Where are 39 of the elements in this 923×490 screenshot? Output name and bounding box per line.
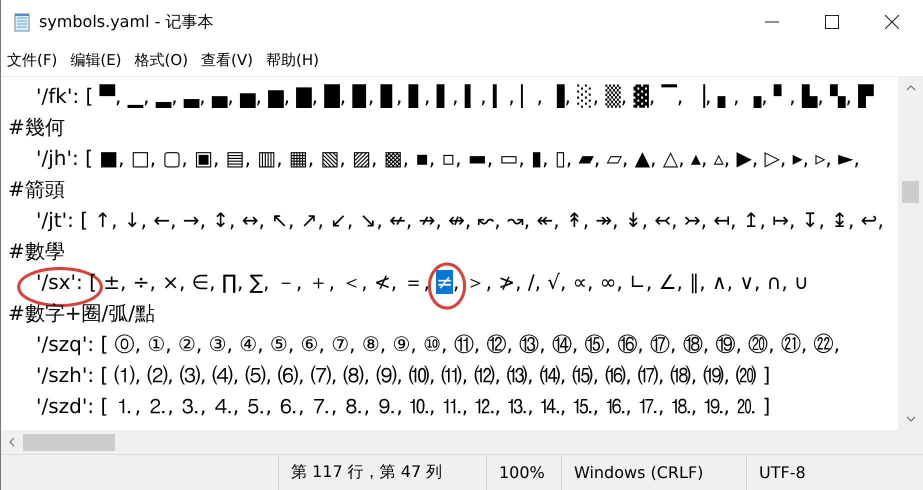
comment-line: #幾何 — [8, 115, 65, 139]
symbol-list: [ ⒈, ⒉, ⒊, ⒋, ⒌, ⒍, ⒎, ⒏, ⒐, ⒑, ⒒, ⒓, ⒔, ⒕, ⒖, ⒗, ⒘, ⒙, ⒚, ⒛ ] — [94, 394, 770, 418]
yaml-key: '/szq': — [36, 332, 94, 356]
notepad-icon — [13, 12, 31, 32]
yaml-key: '/jh': — [36, 146, 79, 170]
close-icon[interactable] — [885, 15, 899, 29]
yaml-key: '/jt': — [36, 208, 74, 232]
symbol-list: [ ■, □, ▢, ▣, ▤, ▥, ▦, ▧, ▨, ▩, ▪, ▫, ▬, ▭, ▮, ▯, ▰, ▱, ▲, △, ▴, ▵, ▶, ▷, ▸, ▹, ►, — [78, 146, 860, 170]
menu-item[interactable]: 文件(F) — [7, 50, 58, 70]
yaml-key: '/fk': — [36, 84, 80, 108]
scroll-thumb[interactable] — [902, 181, 919, 203]
yaml-key: '/sx': — [36, 270, 83, 294]
symbol-list: , ＞, ≯, ∕, √, ∝, ∞, ∟, ∠, ∥, ∧, ∨, ∩, ∪ — [452, 270, 809, 294]
symbol-list: [ ⓪, ①, ②, ③, ④, ⑤, ⑥, ⑦, ⑧, ⑨, ⑩, ⑪, ⑫, ⑬, ⑭, ⑮, ⑯, ⑰, ⑱, ⑲, ⑳, ㉑, ㉒, — [94, 332, 840, 356]
comment-line: #數學 — [8, 239, 65, 263]
yaml-key: '/szd': — [36, 394, 94, 418]
menu-item[interactable]: 查看(V) — [201, 50, 254, 70]
menu-item[interactable]: 编辑(E) — [70, 50, 122, 70]
horizontal-scrollbar[interactable] — [1, 430, 898, 454]
scroll-thumb[interactable] — [23, 434, 115, 450]
menu-item[interactable]: 帮助(H) — [266, 50, 319, 70]
scroll-up-icon[interactable] — [906, 85, 916, 91]
scroll-down-icon[interactable] — [906, 416, 916, 422]
maximize-icon[interactable] — [825, 15, 839, 29]
zoom-level: 100% — [499, 463, 545, 482]
scroll-left-icon[interactable] — [9, 437, 15, 447]
comment-line: #數字+圈/弧/點 — [8, 301, 155, 325]
vertical-scrollbar[interactable] — [898, 77, 923, 430]
cursor-position: 第 117 行，第 47 列 — [291, 462, 442, 483]
symbol-list: [ ±, ÷, ×, ∈, ∏, ∑, －, ＋, ＜, ≮, ＝, — [82, 270, 436, 294]
menu-item[interactable]: 格式(O) — [134, 50, 188, 70]
yaml-key: '/szh': — [36, 363, 94, 387]
symbol-list: [ ⑴, ⑵, ⑶, ⑷, ⑸, ⑹, ⑺, ⑻, ⑼, ⑽, ⑾, ⑿, ⒀, ⒁, ⒂, ⒃, ⒄, ⒅, ⒆, ⒇ ] — [94, 363, 770, 387]
symbol-list: [ ▀, ▁, ▂, ▃, ▄, ▅, ▆, ▇, █, ▉, ▊, ▋, ▌, ▍, ▎, ▏, ▐, ░, ▒, ▓, ▔, ▕, ▖, ▗, ▘, ▙, ▚, ▛ — [79, 84, 874, 108]
window-title: symbols.yaml - 记事本 — [39, 12, 214, 32]
symbol-list: [ ↑, ↓, ←, →, ↕, ↔, ↖, ↗, ↙, ↘, ↚, ↛, ↮, ↜, ↝, ↞, ↟, ↠, ↡, ↢, ↣, ↤, ↥, ↦, ↧, ↨, ↩, — [74, 208, 884, 232]
line-ending: Windows (CRLF) — [574, 463, 704, 482]
encoding: UTF-8 — [759, 463, 806, 482]
comment-line: #箭頭 — [8, 177, 65, 201]
